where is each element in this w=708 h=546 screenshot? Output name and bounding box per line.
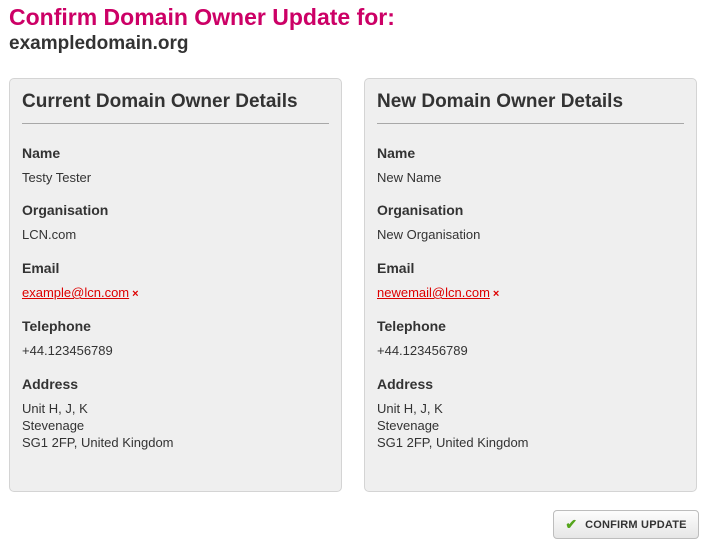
new-organisation-label: Organisation (377, 202, 464, 218)
current-address-line: Unit H, J, K (22, 401, 88, 416)
page-title: Confirm Domain Owner Update for: (9, 4, 395, 30)
current-address-line: SG1 2FP, United Kingdom (22, 435, 174, 450)
remove-icon[interactable]: × (493, 288, 499, 300)
current-email-link[interactable]: example@lcn.com (22, 285, 129, 300)
new-name-label: Name (377, 145, 416, 161)
current-email-label: Email (22, 260, 60, 276)
new-address-line: Stevenage (377, 418, 440, 433)
new-address-line: Unit H, J, K (377, 401, 443, 416)
confirm-update-button[interactable]: ✔ CONFIRM UPDATE (553, 510, 699, 539)
new-name-value: New Name (377, 170, 442, 185)
check-icon: ✔ (565, 516, 578, 532)
current-telephone-label: Telephone (22, 318, 91, 334)
new-telephone-label: Telephone (377, 318, 446, 334)
current-telephone-value: +44.123456789 (22, 343, 113, 358)
current-name-field: Name Testy Tester (22, 145, 91, 186)
current-email-field: Email example@lcn.com × (22, 260, 139, 303)
new-address-line: SG1 2FP, United Kingdom (377, 435, 529, 450)
current-address-label: Address (22, 376, 79, 392)
new-address-label: Address (377, 376, 434, 392)
current-owner-heading: Current Domain Owner Details (22, 79, 329, 124)
current-name-value: Testy Tester (22, 170, 92, 185)
new-telephone-field: Telephone +44.123456789 (377, 318, 468, 359)
new-telephone-value: +44.123456789 (377, 343, 468, 358)
current-address-field: Address Unit H, J, K Stevenage SG1 2FP, … (22, 376, 174, 451)
new-email-link[interactable]: newemail@lcn.com (377, 285, 490, 300)
current-address-value: Unit H, J, K Stevenage SG1 2FP, United K… (22, 400, 174, 451)
remove-icon[interactable]: × (132, 288, 138, 300)
current-name-label: Name (22, 145, 61, 161)
current-organisation-value: LCN.com (22, 227, 77, 242)
new-name-field: Name New Name (377, 145, 441, 186)
new-email-value: newemail@lcn.com × (377, 284, 499, 303)
current-organisation-label: Organisation (22, 202, 109, 218)
current-owner-panel: Current Domain Owner Details Name Testy … (9, 78, 342, 492)
new-organisation-value: New Organisation (377, 227, 481, 242)
new-address-value: Unit H, J, K Stevenage SG1 2FP, United K… (377, 400, 529, 451)
current-address-line: Stevenage (22, 418, 85, 433)
current-telephone-field: Telephone +44.123456789 (22, 318, 113, 359)
new-organisation-field: Organisation New Organisation (377, 202, 480, 243)
domain-name: exampledomain.org (9, 33, 189, 54)
confirm-update-label: CONFIRM UPDATE (585, 518, 687, 531)
new-owner-heading: New Domain Owner Details (377, 79, 684, 124)
new-email-label: Email (377, 260, 415, 276)
new-owner-panel: New Domain Owner Details Name New Name O… (364, 78, 697, 492)
current-organisation-field: Organisation LCN.com (22, 202, 108, 243)
current-email-value: example@lcn.com × (22, 284, 139, 303)
new-email-field: Email newemail@lcn.com × (377, 260, 499, 303)
new-address-field: Address Unit H, J, K Stevenage SG1 2FP, … (377, 376, 529, 451)
